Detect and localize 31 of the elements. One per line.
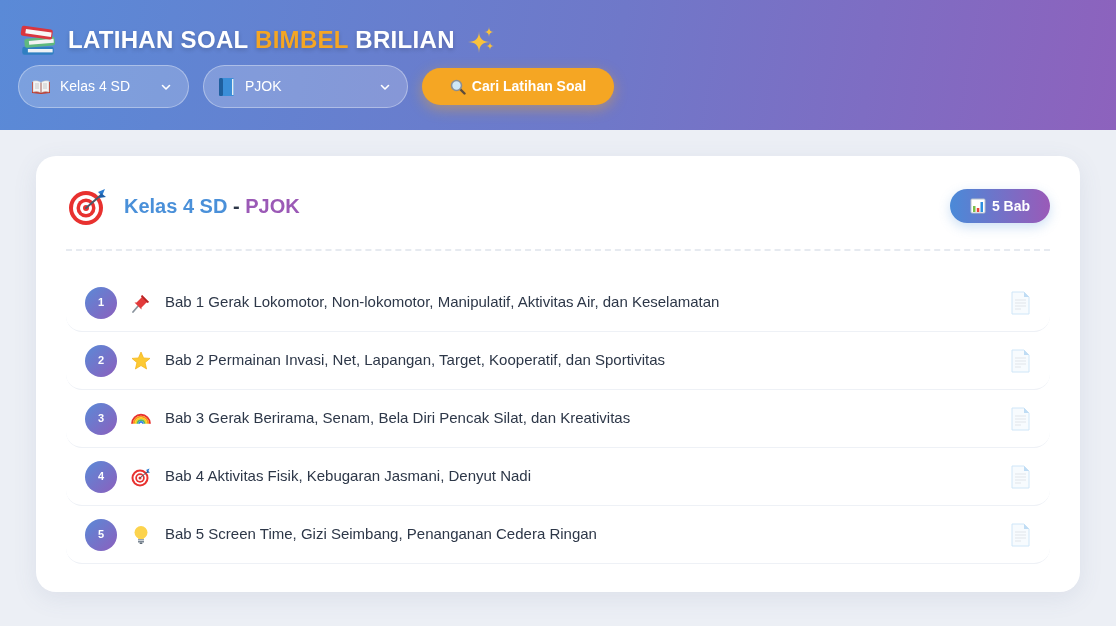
chapter-row[interactable]: 5 Bab 5 Screen Time, Gizi Seimbang, Penanganan Cedera Ringan (66, 506, 1050, 564)
chapter-title: Bab 4 Aktivitas Fisik, Kebugaran Jasmani, Denyut Nadi (165, 466, 532, 487)
chapter-row[interactable]: 3 Bab 3 Gerak Berirama, Senam, Bela Diri Pencak Silat, dan Kreativitas (66, 390, 1050, 448)
document-icon (1010, 522, 1030, 547)
rainbow-icon (131, 412, 151, 425)
document-icon (1010, 348, 1030, 373)
document-icon (1010, 290, 1030, 315)
card-heading: Kelas 4 SD - PJOK (124, 194, 300, 219)
document-icon (1010, 406, 1030, 431)
chapter-number: 4 (85, 460, 117, 493)
chapter-row[interactable]: 2 Bab 2 Permainan Invasi, Net, Lapangan, Target, Kooperatif, dan Sportivitas (66, 332, 1050, 390)
closed-book-icon (216, 76, 236, 97)
chapter-row[interactable]: 4 Bab 4 Aktivitas Fisik, Kebugaran Jasmani, Denyut Nadi (66, 448, 1050, 506)
chapter-title: Bab 3 Gerak Berirama, Senam, Bela Diri Pencak Silat, dan Kreativitas (165, 408, 632, 429)
star-icon (131, 350, 151, 371)
search-icon (449, 78, 466, 95)
app-title: LATIHAN SOAL BIMBEL BRILIAN (68, 25, 455, 55)
chapter-title: Bab 1 Gerak Lokomotor, Non-lokomotor, Manipulatif, Aktivitas Air, dan Keselamatan (165, 292, 721, 313)
target-icon (68, 186, 108, 226)
chapter-row[interactable]: 1 Bab 1 Gerak Lokomotor, Non-lokomotor, Manipulatif, Aktivitas Air, dan Keselamatan (66, 274, 1050, 332)
document-icon (1010, 464, 1030, 489)
chapter-number: 1 (85, 286, 117, 319)
chapter-number: 5 (85, 518, 117, 551)
chapter-title: Bab 5 Screen Time, Gizi Seimbang, Penanganan Cedera Ringan (165, 524, 598, 545)
chapter-number: 3 (85, 402, 117, 435)
chapter-title: Bab 2 Permainan Invasi, Net, Lapangan, Target, Kooperatif, dan Sportivitas (165, 350, 667, 371)
pushpin-icon (131, 292, 151, 313)
bar-chart-icon (969, 198, 986, 214)
target-icon (131, 466, 151, 487)
chapter-count: 5 Bab (991, 196, 1031, 216)
chapter-number: 2 (85, 344, 117, 377)
